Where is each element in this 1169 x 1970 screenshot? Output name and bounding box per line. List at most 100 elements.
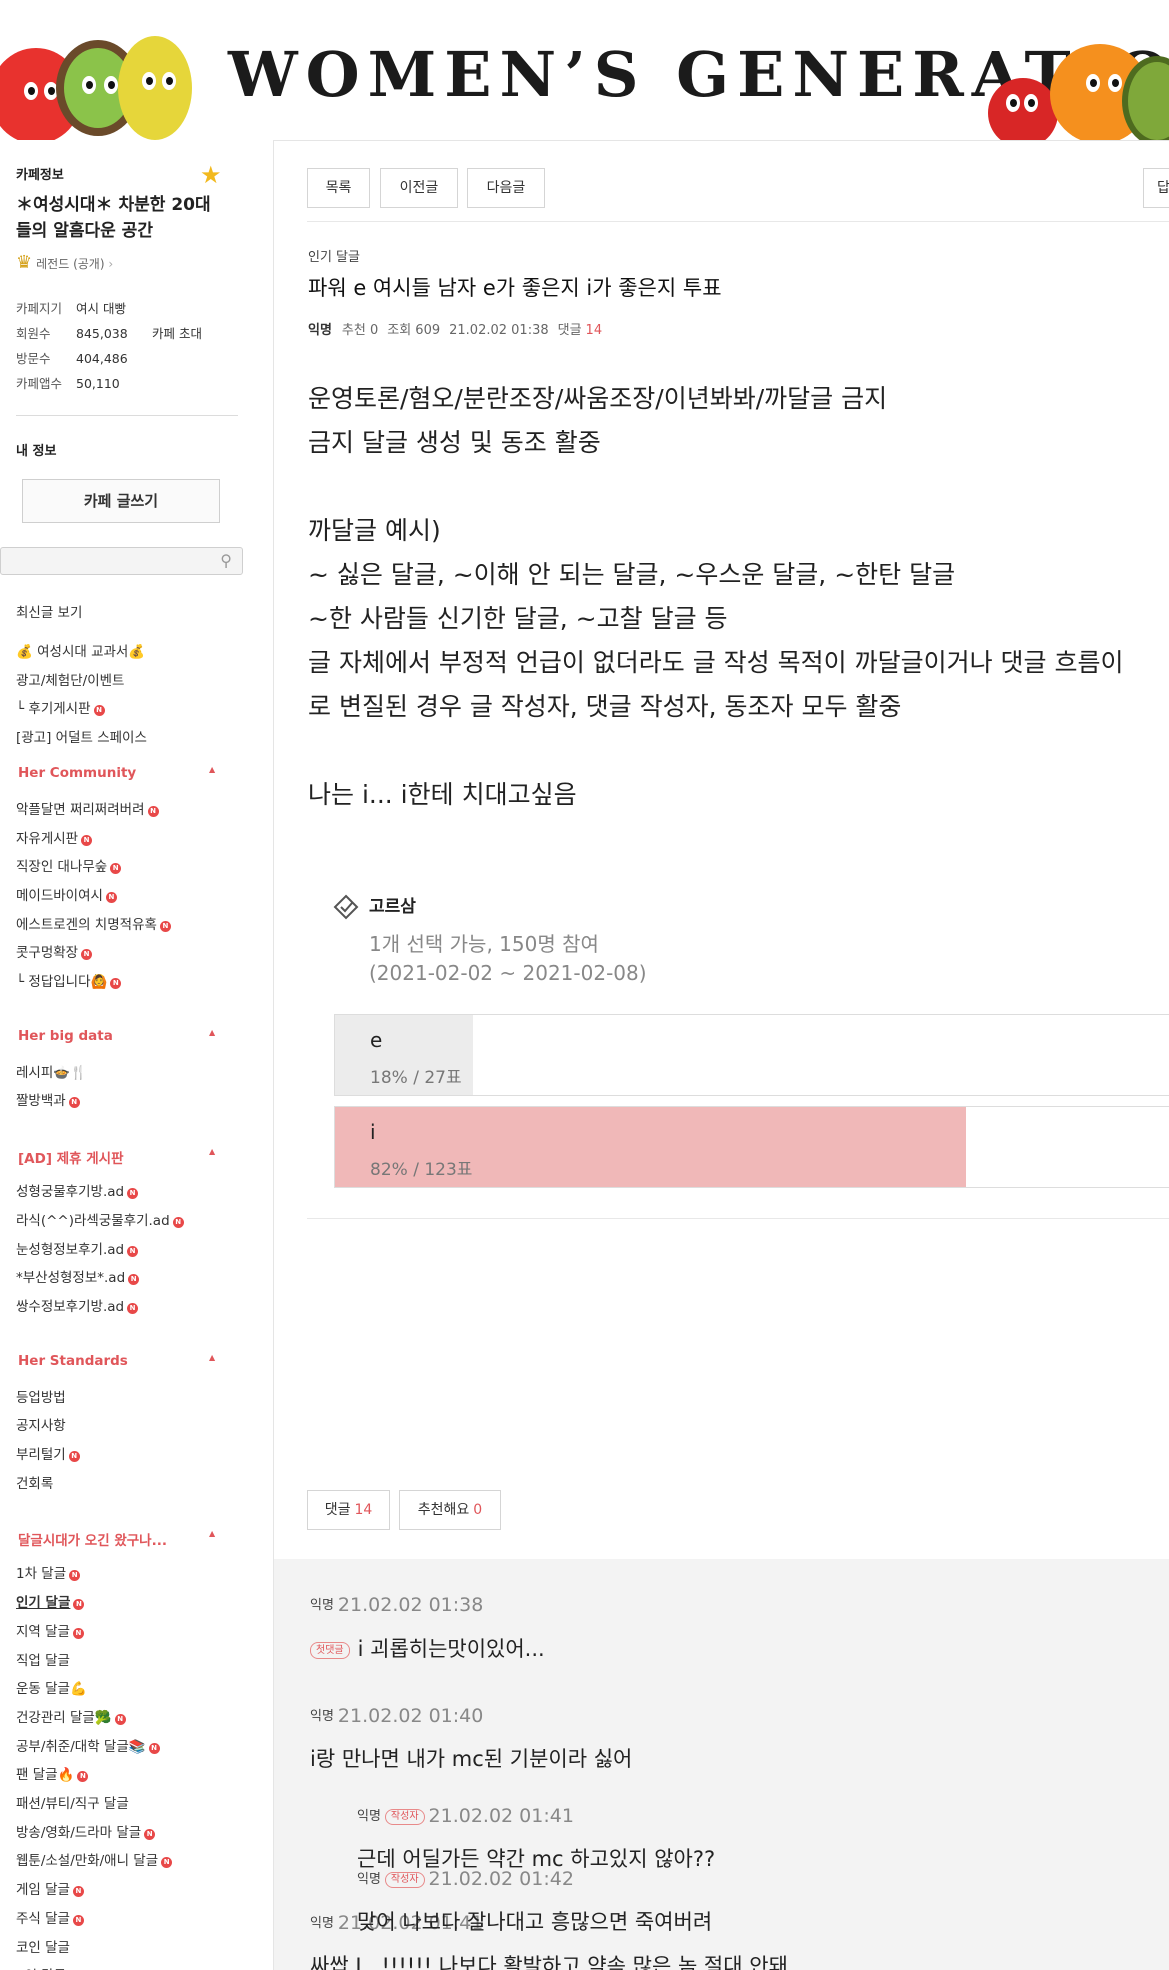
comment-meta: 익명 21.02.02 01:40 — [310, 1705, 483, 1727]
my-info-label[interactable]: 내 정보 — [16, 440, 56, 459]
comment-body: i랑 만나면 내가 mc된 기분이라 싫어 — [310, 1747, 633, 1771]
sidebar-menu-item[interactable]: 지역 달글 N — [16, 1620, 84, 1640]
sidebar-menu-item[interactable]: 웹툰/소설/만화/애니 달글 N — [16, 1849, 173, 1869]
sidebar-menu-item[interactable]: 인기 달글 N — [16, 1591, 85, 1611]
sidebar-menu-item[interactable]: 💰 여성시대 교과서💰 — [16, 640, 145, 660]
comment-author[interactable]: 익명 — [310, 1916, 334, 1931]
sidebar-menu-item-label: 코인 달글 — [16, 1939, 70, 1956]
reply-button[interactable]: 답 — [1143, 168, 1169, 208]
sidebar-menu-item[interactable]: 라식(^^)라섹궁물후기.ad N — [16, 1209, 184, 1229]
comment-author[interactable]: 익명 — [310, 1598, 334, 1613]
sidebar-menu-item[interactable]: 성형궁물후기방.ad N — [16, 1180, 139, 1200]
collapse-arrow-icon[interactable]: ▲ — [209, 765, 215, 774]
comment-author[interactable]: 익명 — [310, 1709, 334, 1724]
collapse-arrow-icon[interactable]: ▲ — [209, 1147, 215, 1156]
sidebar-menu-item[interactable]: 팬 달글🔥 N — [16, 1763, 89, 1783]
board-name[interactable]: 인기 달글 — [308, 246, 360, 265]
recommend-button[interactable]: 추천해요 0 — [399, 1490, 501, 1530]
comment-body: 맞어 나보다 잘나대고 흥많으면 죽여버려 — [357, 1910, 713, 1934]
divider — [16, 415, 238, 416]
sidebar-menu-item[interactable]: 건회록 — [16, 1472, 53, 1492]
divider — [307, 1218, 1169, 1219]
comments-button[interactable]: 댓글 14 — [307, 1490, 390, 1530]
poll-info: 1개 선택 가능, 150명 참여 — [369, 932, 599, 956]
sidebar-menu-item[interactable]: 패션/뷰티/직구 달글 — [16, 1792, 129, 1812]
sidebar-menu-item-label: 콧구멍확장 — [16, 945, 79, 962]
next-post-button[interactable]: 다음글 — [467, 168, 545, 208]
sidebar-menu-item[interactable]: 방송/영화/드라마 달글 N — [16, 1821, 156, 1841]
comment-author[interactable]: 익명 — [357, 1872, 381, 1887]
sidebar-menu-item[interactable]: 악플달면 쩌리쩌려버려 N — [16, 798, 159, 818]
new-badge-icon: N — [72, 1914, 84, 1926]
sidebar-menu-item[interactable]: 공부/취준/대학 달글📚 N — [16, 1735, 160, 1755]
sidebar-menu-item[interactable]: 직장인 대나무숲 N — [16, 855, 122, 875]
sidebar-menu-item[interactable]: [광고] 어덜트 스페이스 — [16, 726, 147, 746]
sidebar-menu-item-label: 주식 달글 — [16, 1910, 70, 1927]
sidebar-menu-item[interactable]: └ 정답입니다🙆 N — [16, 970, 122, 990]
sidebar-menu-item-label: 등업방법 — [16, 1389, 66, 1406]
sidebar-menu-item[interactable]: 에스트로겐의 치명적유혹 N — [16, 913, 171, 933]
sidebar-menu-item[interactable]: 부리털기 N — [16, 1443, 80, 1463]
sidebar-menu-item[interactable]: *부산성형정보*.ad N — [16, 1266, 140, 1286]
search-icon[interactable]: ⚲ — [220, 551, 232, 570]
sidebar-section-title[interactable]: Her big data — [18, 1028, 113, 1044]
cafe-name[interactable]: ＊여성시대＊ 차분한 20대들의 알흠다운 공간 — [16, 192, 226, 244]
sidebar-menu-item[interactable]: 자유게시판 N — [16, 827, 93, 847]
post-body-line: 나는 i... i한테 치대고싶음 — [308, 780, 577, 809]
info-value[interactable]: 여시 대빵 — [76, 298, 126, 317]
sidebar-menu-item[interactable]: 운동 달글💪 — [16, 1677, 87, 1697]
sidebar-menu-item[interactable]: └ 후기게시판 N — [16, 697, 105, 717]
sidebar-menu-item[interactable]: 1차 달글 N — [16, 1562, 81, 1582]
sidebar-menu-item[interactable]: 건강관리 달글🥦 N — [16, 1706, 126, 1726]
new-badge-icon: N — [68, 1451, 80, 1462]
sidebar-menu-item[interactable]: 코인 달글 — [16, 1936, 70, 1956]
cafe-write-button[interactable]: 카페 글쓰기 — [22, 479, 220, 523]
new-badge-icon: N — [77, 1771, 89, 1783]
sidebar-section-title[interactable]: Her Community — [18, 765, 136, 781]
prev-post-button[interactable]: 이전글 — [380, 168, 458, 208]
sidebar-menu-item[interactable]: 광고/체험단/이벤트 — [16, 669, 124, 689]
list-button[interactable]: 목록 — [307, 168, 370, 208]
sidebar-menu-item[interactable]: 등업방법 — [16, 1386, 66, 1406]
info-key: 방문수 — [16, 351, 51, 366]
cafe-banner[interactable]: WOMEN’S GENERATION — [0, 0, 1169, 140]
sidebar-menu-item[interactable]: 레시피🍲🍴 — [16, 1061, 87, 1081]
recommend-button-count: 0 — [473, 1502, 483, 1518]
sidebar-section-title[interactable]: 달글시대가 오긴 왔구나... — [18, 1529, 167, 1549]
cafe-level[interactable]: ♛ 레전드 (공개) › — [16, 252, 113, 273]
sidebar-menu-item[interactable]: 눈성형정보후기.ad N — [16, 1238, 139, 1258]
cafe-invite-link[interactable]: 카페 초대 — [152, 326, 202, 341]
sidebar-menu-item-label: 레시피🍲🍴 — [16, 1064, 87, 1081]
favorite-star-icon[interactable]: ★ — [200, 161, 222, 189]
post-author[interactable]: 익명 — [308, 323, 332, 338]
poll-option-i[interactable]: i 82% / 123표 — [334, 1106, 1169, 1188]
latest-posts-link[interactable]: 최신글 보기 — [16, 601, 82, 621]
post-comments-count[interactable]: 14 — [586, 323, 603, 338]
collapse-arrow-icon[interactable]: ▲ — [209, 1353, 215, 1362]
post-area: 목록 이전글 다음글 답 인기 달글 파워 e 여시들 남자 e가 좋은지 i가… — [273, 140, 1169, 1970]
sidebar-menu-item[interactable]: 주식 달글 N — [16, 1907, 84, 1927]
sidebar-section-title[interactable]: Her Standards — [18, 1353, 128, 1369]
sidebar-section-title[interactable]: [AD] 제휴 게시판 — [18, 1147, 124, 1167]
sidebar-search-input[interactable]: ⚲ — [0, 547, 243, 575]
sidebar-menu-item-label: 악플달면 쩌리쩌려버려 — [16, 801, 145, 818]
pear-illustration — [118, 36, 192, 140]
info-row-members: 회원수 845,038 카페 초대 — [16, 323, 202, 342]
post-body-line: 금지 달글 생성 및 동조 활중 — [308, 428, 601, 457]
sidebar-menu-item[interactable]: 메이드바이여시 N — [16, 884, 117, 904]
poll-option-e[interactable]: e 18% / 27표 — [334, 1014, 1169, 1096]
sidebar-menu-item[interactable]: 1인 달글N — [16, 1964, 80, 1970]
sidebar-menu-item[interactable]: 짤방백과 N — [16, 1089, 80, 1109]
collapse-arrow-icon[interactable]: ▲ — [209, 1529, 215, 1538]
sidebar-menu-item[interactable]: 쌍수정보후기방.ad N — [16, 1295, 139, 1315]
sidebar-menu-item[interactable]: 콧구멍확장 N — [16, 941, 93, 962]
collapse-arrow-icon[interactable]: ▲ — [209, 1028, 215, 1037]
sidebar-menu-item[interactable]: 직업 달글 — [16, 1649, 70, 1669]
comment-author[interactable]: 익명 — [357, 1809, 381, 1824]
sidebar-menu-item[interactable]: 게임 달글 N — [16, 1878, 84, 1898]
info-value: 404,486 — [76, 351, 128, 366]
sidebar-menu-item[interactable]: 공지사항 — [16, 1414, 66, 1434]
sidebar-menu-item-label: 운동 달글💪 — [16, 1681, 87, 1698]
divider — [307, 221, 1169, 222]
info-row-visits: 방문수 404,486 — [16, 348, 128, 367]
